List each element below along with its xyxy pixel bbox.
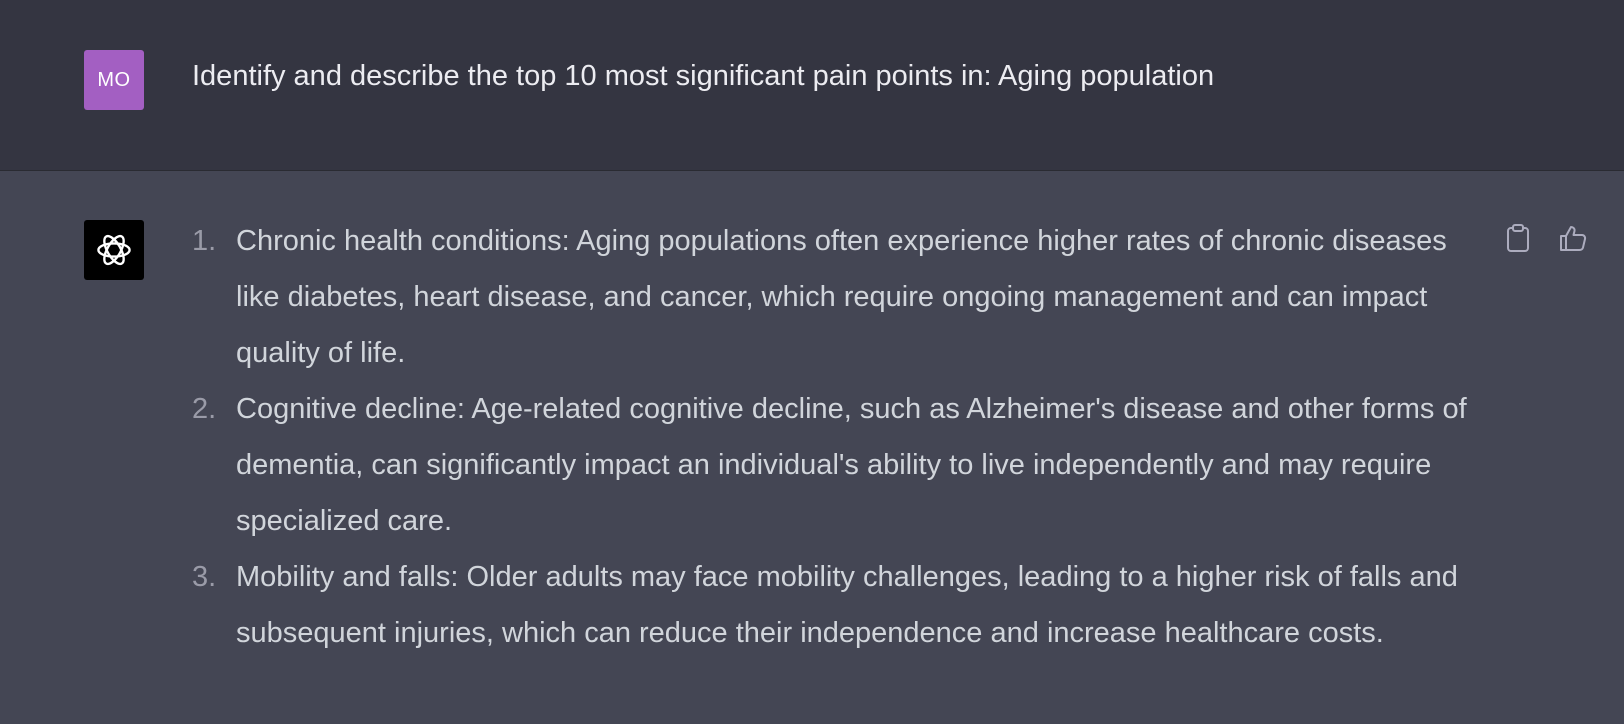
openai-logo-icon <box>97 234 131 266</box>
list-item: 1. Chronic health conditions: Aging popu… <box>192 213 1492 381</box>
list-item-text: Cognitive decline: Age-related cognitive… <box>236 393 1467 537</box>
assistant-avatar <box>84 220 144 280</box>
list-item: 2. Cognitive decline: Age-related cognit… <box>192 381 1492 549</box>
answer-list: 1. Chronic health conditions: Aging popu… <box>192 213 1492 661</box>
copy-button[interactable] <box>1503 223 1533 253</box>
list-item-text: Chronic health conditions: Aging populat… <box>236 225 1447 369</box>
thumbs-up-icon <box>1560 226 1587 251</box>
user-message-text: Identify and describe the top 10 most si… <box>192 60 1215 92</box>
list-item: 3. Mobility and falls: Older adults may … <box>192 549 1492 661</box>
message-actions <box>1503 223 1588 253</box>
list-item-number: 3. <box>192 561 217 593</box>
clipboard-icon <box>1507 224 1529 252</box>
list-item-text: Mobility and falls: Older adults may fac… <box>236 561 1458 649</box>
assistant-message-row: 1. Chronic health conditions: Aging popu… <box>0 171 1624 724</box>
like-button[interactable] <box>1558 223 1588 253</box>
list-item-number: 1. <box>192 225 217 257</box>
user-message-row: MO Identify and describe the top 10 most… <box>0 0 1624 171</box>
user-avatar: MO <box>84 50 144 110</box>
user-avatar-initials: MO <box>97 68 131 91</box>
list-item-number: 2. <box>192 393 217 425</box>
